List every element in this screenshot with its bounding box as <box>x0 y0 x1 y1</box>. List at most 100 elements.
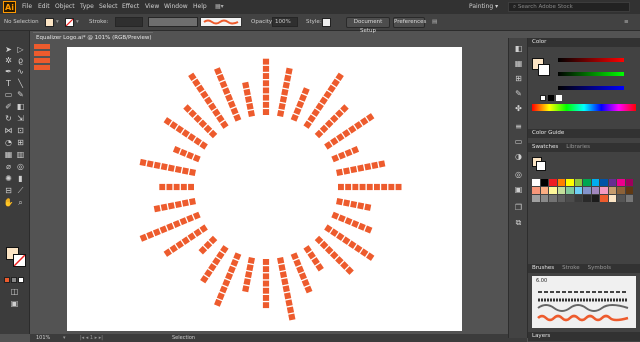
chevron-down-icon[interactable]: ▾ <box>63 334 66 342</box>
selection-tool-icon[interactable]: ➤ <box>3 45 14 55</box>
graphic-style-swatch[interactable] <box>322 18 331 27</box>
color-swatch[interactable] <box>591 187 599 194</box>
document-tab[interactable]: Equalizer Logo.ai* @ 101% (RGB/Preview) … <box>33 32 153 51</box>
color-swatch[interactable] <box>625 195 633 202</box>
swatch-grid[interactable] <box>532 179 636 227</box>
free-transform-tool-icon[interactable]: ⊡ <box>15 126 26 136</box>
red-slider[interactable] <box>558 58 624 62</box>
menu-window[interactable]: Window <box>164 3 188 10</box>
color-swatch[interactable] <box>532 187 540 194</box>
color-swatch[interactable] <box>625 187 633 194</box>
line-tool-icon[interactable]: ╲ <box>15 79 26 89</box>
equalizer-logo-artwork[interactable] <box>67 47 462 331</box>
type-tool-icon[interactable]: T <box>3 79 14 89</box>
artboard[interactable] <box>67 47 462 331</box>
width-tool-icon[interactable]: ⋈ <box>3 126 14 136</box>
menu-select[interactable]: Select <box>99 3 118 10</box>
preferences-button[interactable]: Preferences <box>393 17 426 28</box>
stroke-panel-icon[interactable]: ≡ <box>513 122 524 132</box>
color-stroke-box[interactable] <box>538 64 550 76</box>
rotate-tool-icon[interactable]: ↻ <box>3 114 14 124</box>
align-icon[interactable]: ▤ <box>432 17 437 27</box>
direct-selection-tool-icon[interactable]: ▷ <box>15 45 26 55</box>
black-swatch[interactable] <box>548 95 554 101</box>
opacity-field[interactable]: 100% <box>272 17 298 27</box>
menu-object[interactable]: Object <box>55 3 75 10</box>
swatches-icon[interactable]: ⊞ <box>513 74 524 84</box>
color-swatch[interactable] <box>549 195 557 202</box>
layers-panel-tab[interactable]: Layers <box>528 332 640 341</box>
paintbrush-tool-icon[interactable]: ✎ <box>15 90 26 100</box>
none-mode-button[interactable] <box>18 277 24 283</box>
menu-effect[interactable]: Effect <box>122 3 139 10</box>
eraser-tool-icon[interactable]: ◧ <box>15 102 26 112</box>
menu-file[interactable]: File <box>22 3 32 10</box>
color-swatch[interactable] <box>566 187 574 194</box>
color-spectrum-bar[interactable] <box>532 104 636 111</box>
color-swatch[interactable] <box>566 195 574 202</box>
color-swatch[interactable] <box>600 195 608 202</box>
color-panel-tab[interactable]: Color <box>528 38 640 47</box>
pen-tool-icon[interactable]: ✒ <box>3 67 14 77</box>
color-swatch[interactable] <box>617 179 625 186</box>
menu-type[interactable]: Type <box>80 3 94 10</box>
document-setup-button[interactable]: Document Setup <box>346 17 390 34</box>
shaper-tool-icon[interactable]: ✐ <box>3 102 14 112</box>
gradient-mode-button[interactable] <box>11 277 17 283</box>
color-swatch[interactable] <box>617 187 625 194</box>
color-guide-icon[interactable]: ▦ <box>513 59 524 69</box>
fill-swatch[interactable] <box>45 18 54 27</box>
none-color-swatch[interactable] <box>540 95 546 101</box>
color-swatch[interactable] <box>557 179 565 186</box>
workspace-switcher[interactable]: Painting ▾ <box>469 3 498 10</box>
magic-wand-tool-icon[interactable]: ✲ <box>3 56 14 66</box>
eyedropper-tool-icon[interactable]: ⌀ <box>3 162 14 172</box>
stroke-weight-field[interactable] <box>115 17 143 27</box>
color-swatch[interactable] <box>625 179 633 186</box>
color-guide-panel-tab[interactable]: Color Guide <box>528 129 640 138</box>
slice-tool-icon[interactable]: ⟋ <box>15 186 26 196</box>
color-swatch[interactable] <box>574 179 582 186</box>
hand-tool-icon[interactable]: ✋ <box>3 198 14 208</box>
green-slider[interactable] <box>558 72 624 76</box>
menu-edit[interactable]: Edit <box>38 3 50 10</box>
color-swatch[interactable] <box>540 179 548 186</box>
color-swatch[interactable] <box>583 195 591 202</box>
libraries-tab[interactable]: Libraries <box>566 144 590 150</box>
arrange-docs-icon[interactable]: ▦▾ <box>215 3 224 10</box>
graphic-styles-icon[interactable]: ▣ <box>513 185 524 195</box>
screen-mode-icon[interactable]: ▣ <box>9 299 20 309</box>
column-graph-tool-icon[interactable]: ▮ <box>15 174 26 184</box>
chevron-down-icon[interactable]: ▾ <box>76 17 79 27</box>
gradient-panel-icon[interactable]: ▭ <box>513 137 524 147</box>
color-swatch[interactable] <box>540 195 548 202</box>
brushes-panel-tab[interactable]: Brushes Stroke Symbols <box>528 264 640 273</box>
shape-builder-tool-icon[interactable]: ◔ <box>3 138 14 148</box>
white-swatch[interactable] <box>556 95 562 101</box>
color-swatch[interactable] <box>617 195 625 202</box>
gradient-tool-icon[interactable]: ▥ <box>15 150 26 160</box>
search-input[interactable]: ⌕ Search Adobe Stock <box>508 2 630 12</box>
color-swatch[interactable] <box>600 187 608 194</box>
color-swatch[interactable] <box>549 179 557 186</box>
layers-icon[interactable]: ❐ <box>513 203 524 213</box>
artboard-nav-icon[interactable]: |◂ ◂ 1 ▸ ▸| <box>80 334 103 342</box>
stroke-color-box[interactable] <box>13 254 26 267</box>
color-swatch[interactable] <box>532 195 540 202</box>
mesh-tool-icon[interactable]: ▦ <box>3 150 14 160</box>
color-swatch[interactable] <box>583 187 591 194</box>
swatch-stroke-box[interactable] <box>536 161 546 171</box>
color-swatch[interactable] <box>608 179 616 186</box>
brushes-icon[interactable]: ✎ <box>513 89 524 99</box>
color-swatch[interactable] <box>574 187 582 194</box>
color-swatch[interactable] <box>600 179 608 186</box>
symbols-tab[interactable]: Symbols <box>588 265 611 271</box>
transparency-icon[interactable]: ◑ <box>513 152 524 162</box>
blend-tool-icon[interactable]: ◎ <box>15 162 26 172</box>
color-swatch[interactable] <box>608 187 616 194</box>
color-swatch[interactable] <box>532 179 540 186</box>
variable-width-profile[interactable] <box>148 17 198 27</box>
appearance-icon[interactable]: ◎ <box>513 170 524 180</box>
color-swatch[interactable] <box>583 179 591 186</box>
color-swatch[interactable] <box>591 195 599 202</box>
